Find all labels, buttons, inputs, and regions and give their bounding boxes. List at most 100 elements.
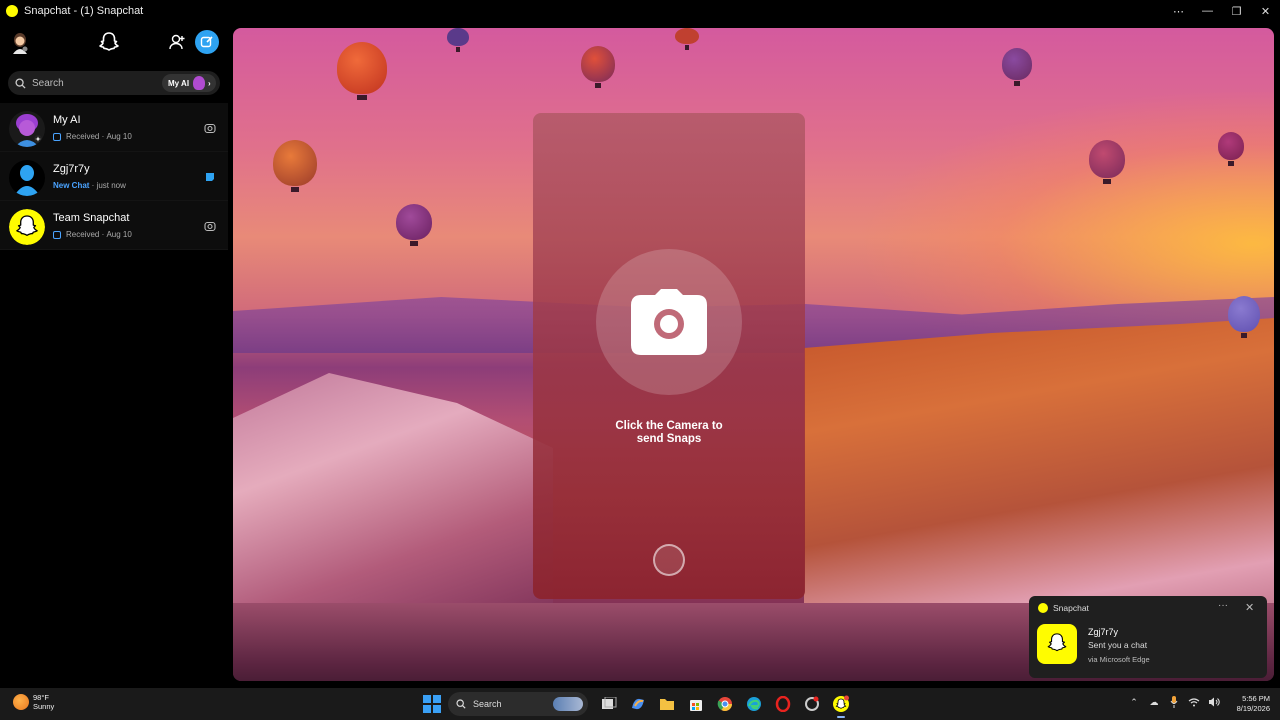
- balloon-image: [273, 140, 317, 192]
- window-titlebar: Snapchat - (1) Snapchat ⋯ — ❐ ✕: [0, 0, 1280, 22]
- balloon-image: [1089, 140, 1125, 184]
- background-hill-left: [233, 373, 553, 628]
- system-tray: ⌃ ☁: [1126, 694, 1226, 710]
- wifi-icon[interactable]: [1186, 694, 1202, 710]
- chat-name: Team Snapchat: [53, 212, 130, 224]
- taskbar-search-label: Search: [473, 699, 502, 709]
- weather-widget[interactable]: 98°F Sunny: [13, 693, 54, 711]
- balloon-image: [1218, 132, 1244, 166]
- window-controls: ⋯ — ❐ ✕: [1164, 0, 1280, 22]
- profile-avatar[interactable]: [10, 32, 30, 54]
- camera-reply-icon[interactable]: [204, 122, 216, 134]
- taskbar-clock[interactable]: 5:56 PM 8/19/2026: [1226, 694, 1270, 714]
- chevron-up-icon[interactable]: ⌃: [1126, 694, 1142, 710]
- balloon-image: [396, 204, 432, 246]
- notification-more-icon[interactable]: ···: [1218, 600, 1228, 611]
- sun-icon: [13, 694, 29, 710]
- notification-toast[interactable]: Snapchat ··· ✕ Zgj7r7y Sent you a chat v…: [1029, 596, 1267, 678]
- chat-item-zgj7r7y[interactable]: Zgj7r7y New Chat · just now: [0, 152, 228, 201]
- camera-prompt-line1: Click the Camera to: [615, 420, 723, 432]
- search-input[interactable]: [32, 77, 152, 89]
- window-title: Snapchat - (1) Snapchat: [24, 5, 144, 17]
- taskbar-search[interactable]: Search: [448, 692, 588, 716]
- balloon-image: [1002, 48, 1032, 86]
- copilot-icon[interactable]: [627, 693, 649, 715]
- chat-status-label: New Chat: [53, 181, 90, 190]
- new-chat-button[interactable]: [195, 30, 219, 54]
- camera-card: Click the Camera to send Snaps: [533, 113, 805, 599]
- chat-name: My AI: [53, 114, 81, 126]
- notification-close-icon[interactable]: ✕: [1245, 601, 1254, 614]
- avatar: [9, 209, 45, 245]
- chat-status: Received · Aug 10: [53, 230, 132, 239]
- microphone-icon[interactable]: [1166, 694, 1182, 710]
- minimize-button[interactable]: —: [1193, 0, 1222, 22]
- weather-temp: 98°F: [33, 693, 49, 702]
- taskbar-apps: [594, 693, 855, 718]
- shutter-button[interactable]: [653, 544, 685, 576]
- volume-icon[interactable]: [1206, 694, 1222, 710]
- snapchat-app-icon: [1038, 603, 1048, 613]
- chat-item-my-ai[interactable]: My AI Received · Aug 10: [0, 103, 228, 152]
- compose-icon: [200, 36, 213, 48]
- chat-time: Aug 10: [106, 132, 132, 141]
- chat-received-icon: [53, 132, 61, 141]
- app-icon[interactable]: [801, 693, 823, 715]
- file-explorer-icon[interactable]: [656, 693, 678, 715]
- chat-status-label: Received: [66, 132, 100, 141]
- snapchat-ghost-icon[interactable]: [97, 30, 121, 54]
- chat-list: My AI Received · Aug 10 Zgj7r7y New Chat…: [0, 103, 228, 250]
- snapchat-logo-icon: [1037, 624, 1077, 664]
- my-ai-button[interactable]: My AI ›: [162, 74, 216, 92]
- camera-icon: [631, 289, 707, 355]
- chat-time: Aug 10: [106, 230, 132, 239]
- balloon-image: [1228, 296, 1260, 338]
- taskbar: 98°F Sunny Search ⌃ ☁ 5:56 PM 8/19/2026: [0, 688, 1280, 720]
- add-friend-icon[interactable]: [168, 33, 186, 51]
- chat-name: Zgj7r7y: [53, 163, 90, 175]
- avatar: [9, 160, 45, 196]
- balloon-image: [337, 42, 387, 100]
- close-button[interactable]: ✕: [1251, 0, 1280, 22]
- notification-body: Sent you a chat: [1088, 640, 1148, 650]
- my-ai-avatar: [193, 76, 206, 90]
- balloon-image: [675, 28, 699, 50]
- chat-time: just now: [96, 181, 126, 190]
- camera-reply-icon[interactable]: [204, 220, 216, 232]
- notification-source: via Microsoft Edge: [1088, 655, 1150, 664]
- windows-start-icon[interactable]: [423, 695, 441, 713]
- camera-view: Click the Camera to send Snaps: [233, 28, 1274, 681]
- taskbar-center: Search: [423, 691, 855, 718]
- more-options-button[interactable]: ⋯: [1164, 0, 1193, 22]
- chat-item-team-snapchat[interactable]: Team Snapchat Received · Aug 10: [0, 201, 228, 250]
- unread-chat-icon: [206, 173, 214, 181]
- edge-icon[interactable]: [743, 693, 765, 715]
- notification-app-name: Snapchat: [1053, 603, 1089, 613]
- onedrive-icon[interactable]: ☁: [1146, 694, 1162, 710]
- maximize-button[interactable]: ❐: [1222, 0, 1251, 22]
- search-icon: [15, 77, 26, 89]
- search-highlight-icon: [553, 697, 583, 711]
- sidebar: My AI › My AI Received · Aug 10 Zgj: [0, 22, 228, 686]
- sidebar-header: [0, 22, 228, 64]
- balloon-image: [581, 46, 615, 88]
- chevron-right-icon: ›: [208, 78, 211, 88]
- snapchat-taskbar-icon[interactable]: [830, 693, 852, 718]
- chat-status-label: Received: [66, 230, 100, 239]
- avatar: [9, 111, 45, 147]
- chat-received-icon: [53, 230, 61, 239]
- clock-time: 5:56 PM: [1242, 694, 1270, 703]
- my-ai-label: My AI: [168, 78, 190, 88]
- clock-date: 8/19/2026: [1236, 704, 1270, 713]
- task-view-icon[interactable]: [598, 693, 620, 715]
- weather-condition: Sunny: [33, 702, 55, 711]
- camera-button[interactable]: [596, 249, 742, 395]
- opera-icon[interactable]: [772, 693, 794, 715]
- camera-prompt-line2: send Snaps: [636, 433, 702, 445]
- background-hill-right: [804, 318, 1274, 618]
- chrome-icon[interactable]: [714, 693, 736, 715]
- search-icon: [456, 699, 466, 709]
- search-bar: My AI ›: [8, 71, 220, 95]
- store-icon[interactable]: [685, 693, 707, 715]
- balloon-image: [447, 28, 469, 52]
